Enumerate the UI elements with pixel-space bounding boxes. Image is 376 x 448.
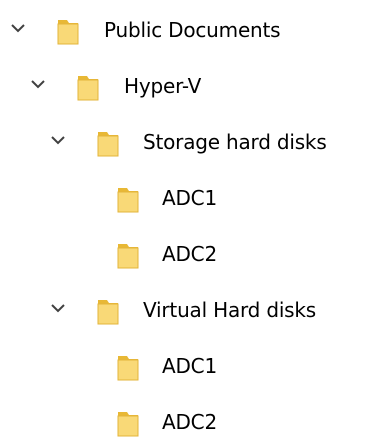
tree-item-label: Hyper-V [124, 74, 202, 98]
tree-item-adc2[interactable]: ADC2 [0, 234, 376, 274]
tree-item-adc2[interactable]: ADC2 [0, 402, 376, 442]
tree-item-label: ADC1 [162, 186, 217, 210]
chevron-down-icon[interactable] [30, 78, 46, 90]
folder-icon [76, 72, 104, 102]
tree-item-label: Public Documents [104, 18, 281, 42]
tree-item-label: ADC2 [162, 242, 217, 266]
folder-icon [116, 240, 144, 270]
chevron-down-icon[interactable] [50, 302, 66, 314]
folder-tree: Public Documents Hyper-V Storage hard di… [0, 0, 376, 448]
folder-icon [116, 352, 144, 382]
tree-item-adc1[interactable]: ADC1 [0, 346, 376, 386]
folder-icon [116, 408, 144, 438]
folder-icon [96, 296, 124, 326]
tree-item-public-documents[interactable]: Public Documents [0, 10, 376, 50]
tree-item-hyper-v[interactable]: Hyper-V [0, 66, 376, 106]
chevron-down-icon[interactable] [10, 22, 26, 34]
tree-item-label: ADC1 [162, 354, 217, 378]
folder-icon [96, 128, 124, 158]
tree-item-label: Virtual Hard disks [143, 298, 317, 322]
tree-item-label: ADC2 [162, 410, 217, 434]
tree-item-adc1[interactable]: ADC1 [0, 178, 376, 218]
tree-item-label: Storage hard disks [143, 130, 327, 154]
folder-icon [56, 16, 84, 46]
tree-item-virtual-hard-disks[interactable]: Virtual Hard disks [0, 290, 376, 330]
folder-icon [116, 184, 144, 214]
tree-item-storage-hard-disks[interactable]: Storage hard disks [0, 122, 376, 162]
chevron-down-icon[interactable] [50, 134, 66, 146]
